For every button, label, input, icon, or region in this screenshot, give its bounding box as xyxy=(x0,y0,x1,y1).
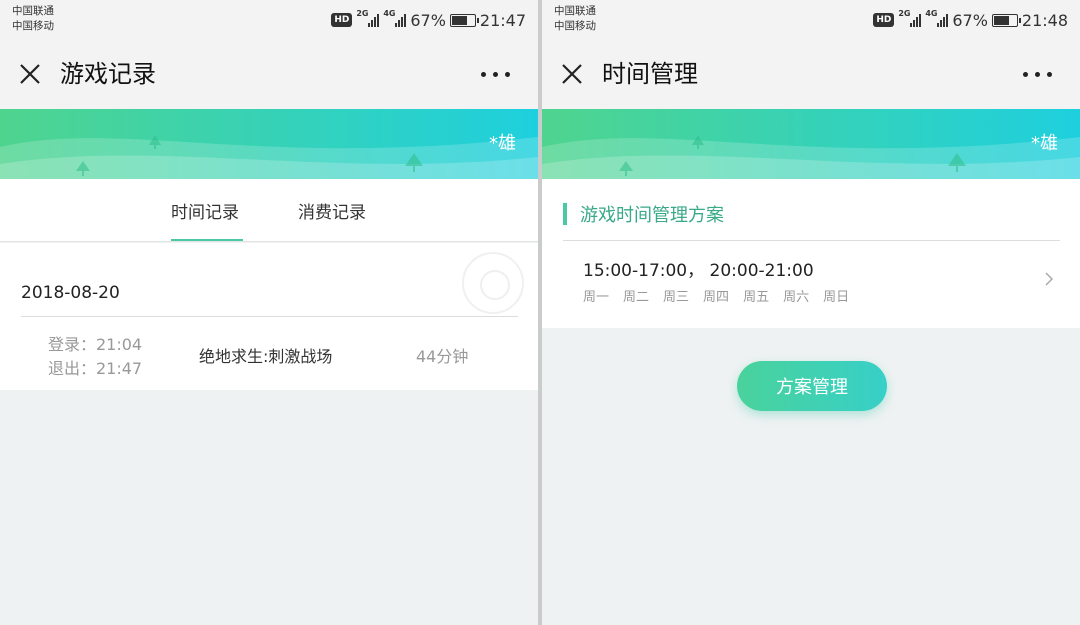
logout-time: 退出：21:47 xyxy=(48,359,143,378)
hd-icon: HD xyxy=(873,13,895,27)
battery-percent: 67% xyxy=(410,10,446,30)
plan-management-button[interactable]: 方案管理 xyxy=(737,361,887,411)
clock: 21:47 xyxy=(479,10,526,30)
status-bar: 中国联通 中国移动 HD 2G 4G 67% 21:47 xyxy=(0,0,538,40)
profile-banner: *雄 xyxy=(542,109,1080,179)
carrier-2: 中国移动 xyxy=(554,20,596,32)
divider xyxy=(21,316,518,317)
page-title: 时间管理 xyxy=(602,60,698,88)
close-icon[interactable] xyxy=(560,62,584,86)
carrier-labels: 中国联通 中国移动 xyxy=(12,4,54,34)
plan-weekdays: 周一 周二 周三 周四 周五 周六 周日 xyxy=(583,286,849,305)
status-bar: 中国联通 中国移动 HD 2G 4G 67% 21:48 xyxy=(542,0,1080,40)
battery-icon xyxy=(449,13,479,27)
status-indicators: HD 2G 4G 67% 21:47 xyxy=(331,8,526,32)
plan-time-ranges[interactable]: 15:00-17:00， 20:00-21:00 xyxy=(583,256,814,281)
weekday-label: 周三 xyxy=(663,290,690,305)
watermark-logo xyxy=(462,252,524,314)
more-icon[interactable] xyxy=(1023,72,1052,77)
weekday-label: 周四 xyxy=(703,290,730,305)
carrier-1: 中国联通 xyxy=(554,5,596,17)
carrier-1: 中国联通 xyxy=(12,5,54,17)
profile-banner: *雄 xyxy=(0,109,538,179)
tab-time-records[interactable]: 时间记录 xyxy=(171,198,239,223)
sim1-label: 2G xyxy=(898,9,911,18)
signal-icon-sim1: 2G xyxy=(898,9,922,27)
sim1-label: 2G xyxy=(356,9,369,18)
weekday-label: 周二 xyxy=(623,290,650,305)
user-name: *雄 xyxy=(1031,133,1058,154)
title-bar: 游戏记录 xyxy=(0,40,538,109)
phone-screen-game-records: 中国联通 中国移动 HD 2G 4G 67% 21:47 游戏记录 *雄 时间记… xyxy=(0,0,538,625)
signal-icon-sim1: 2G xyxy=(356,9,380,27)
login-time: 登录：21:04 xyxy=(48,335,143,354)
banner-background xyxy=(0,109,538,179)
chevron-right-icon[interactable] xyxy=(1044,272,1054,286)
record-date: 2018-08-20 xyxy=(21,283,120,303)
clock: 21:48 xyxy=(1021,10,1068,30)
record-list: 2018-08-20 登录：21:04 退出：21:47 绝地求生:刺激战场 4… xyxy=(0,243,538,390)
status-indicators: HD 2G 4G 67% 21:48 xyxy=(873,8,1068,32)
title-bar: 时间管理 xyxy=(542,40,1080,109)
play-duration: 44分钟 xyxy=(416,347,469,366)
page-title: 游戏记录 xyxy=(60,60,156,88)
divider xyxy=(563,240,1060,241)
phone-screen-time-management: 中国联通 中国移动 HD 2G 4G 67% 21:48 时间管理 *雄 游戏时… xyxy=(542,0,1080,625)
banner-background xyxy=(542,109,1080,179)
weekday-label: 周一 xyxy=(583,290,610,305)
signal-icon-sim2: 4G xyxy=(383,9,407,27)
hd-icon: HD xyxy=(331,13,353,27)
battery-fill xyxy=(993,15,1009,25)
weekday-label: 周六 xyxy=(783,290,810,305)
carrier-2: 中国移动 xyxy=(12,20,54,32)
sim2-label: 4G xyxy=(383,9,396,18)
battery-fill xyxy=(451,15,467,25)
tab-spending-records[interactable]: 消费记录 xyxy=(298,198,366,223)
plan-heading: 游戏时间管理方案 xyxy=(580,205,724,226)
weekday-label: 周日 xyxy=(823,290,850,305)
battery-icon xyxy=(991,13,1021,27)
close-icon[interactable] xyxy=(18,62,42,86)
more-icon[interactable] xyxy=(481,72,510,77)
heading-accent-bar xyxy=(563,203,567,225)
user-name: *雄 xyxy=(489,133,516,154)
signal-icon-sim2: 4G xyxy=(925,9,949,27)
carrier-labels: 中国联通 中国移动 xyxy=(554,4,596,34)
sim2-label: 4G xyxy=(925,9,938,18)
record-tabs: 时间记录 消费记录 xyxy=(0,179,538,242)
game-name: 绝地求生:刺激战场 xyxy=(199,347,333,366)
active-tab-indicator xyxy=(171,239,243,241)
battery-percent: 67% xyxy=(952,10,988,30)
time-plan-card: 游戏时间管理方案 15:00-17:00， 20:00-21:00 周一 周二 … xyxy=(542,179,1080,328)
weekday-label: 周五 xyxy=(743,290,770,305)
